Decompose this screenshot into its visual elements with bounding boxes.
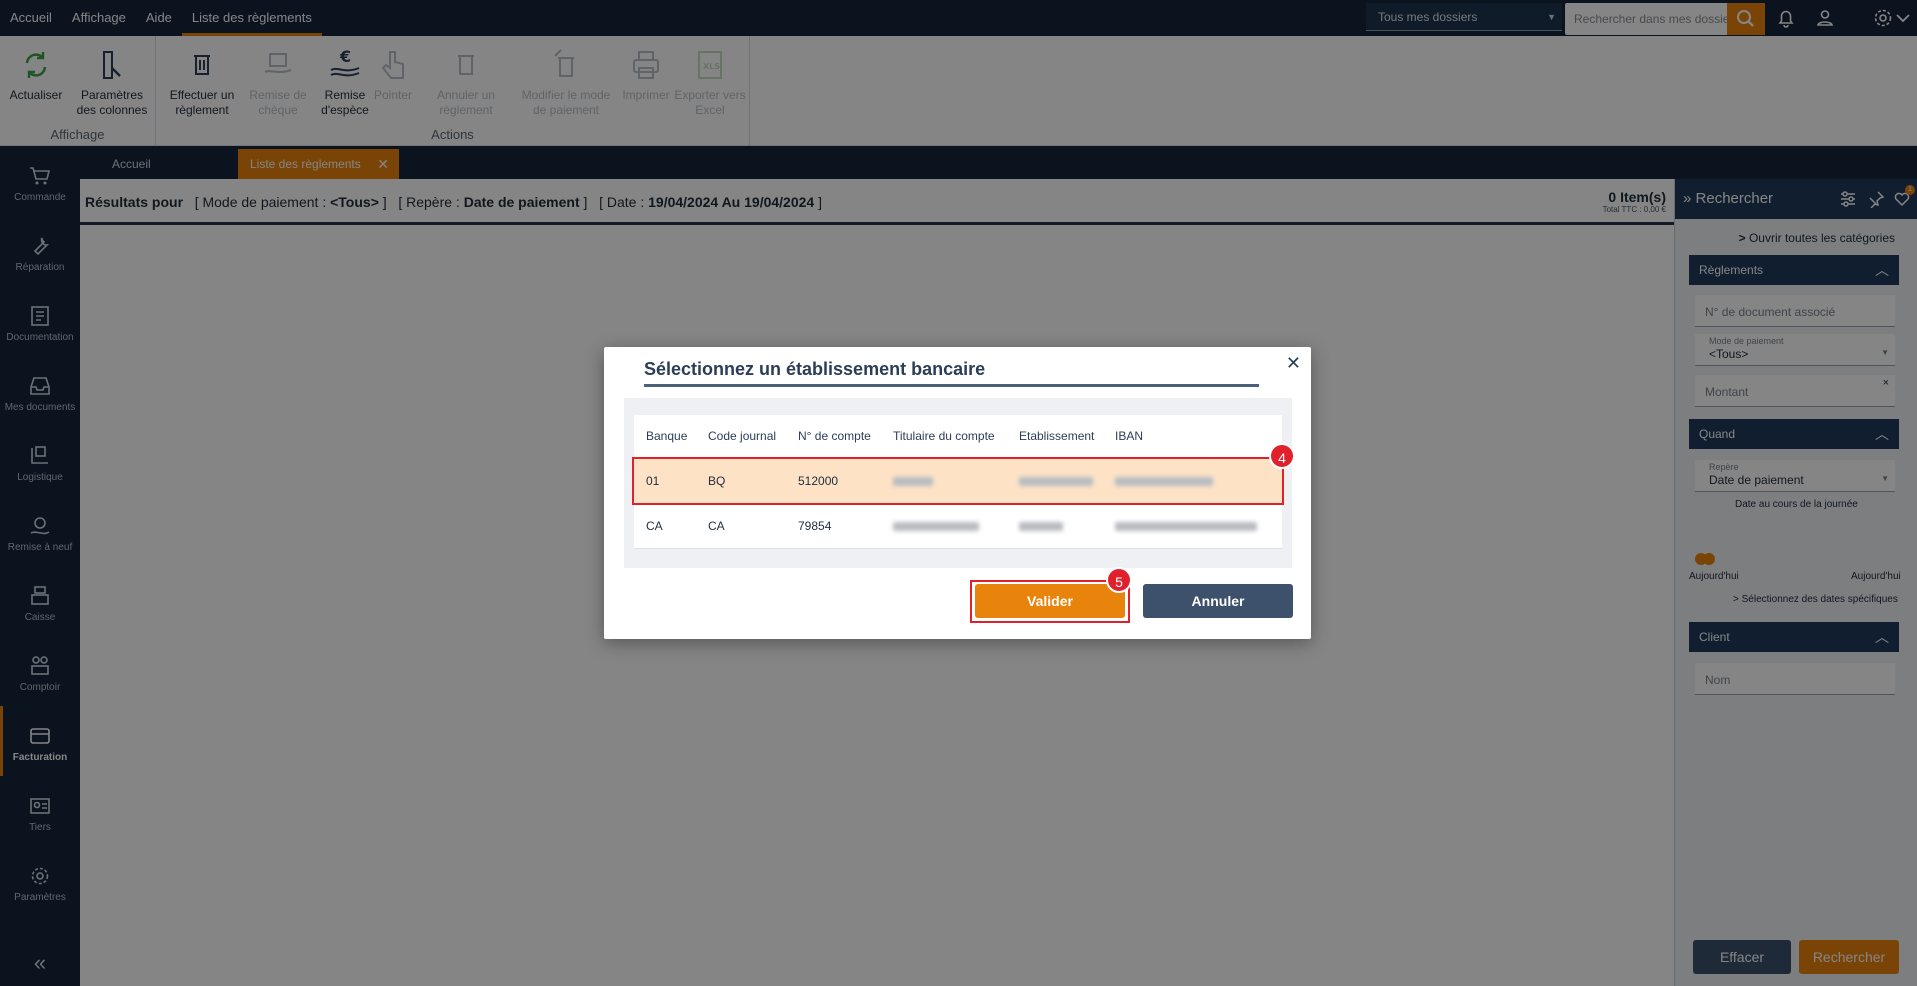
table-header-row: Banque Code journal N° de compte Titulai…	[634, 415, 1282, 459]
validate-button[interactable]: Valider	[975, 584, 1125, 618]
column-header-etablissement[interactable]: Etablissement	[1007, 415, 1103, 459]
table-row[interactable]: CA CA 79854	[634, 503, 1282, 549]
close-icon[interactable]: ✕	[1286, 353, 1301, 374]
column-header-banque[interactable]: Banque	[634, 415, 696, 459]
cell-code-journal: CA	[696, 503, 786, 549]
step-marker-5: 5	[1106, 567, 1132, 593]
cell-iban-redacted	[1103, 503, 1282, 549]
cell-banque: CA	[634, 503, 696, 549]
cell-titulaire-redacted	[881, 503, 1007, 549]
cell-compte: 79854	[786, 503, 881, 549]
column-header-code-journal[interactable]: Code journal	[696, 415, 786, 459]
cancel-button[interactable]: Annuler	[1143, 584, 1293, 618]
row-highlight-frame	[632, 457, 1284, 505]
column-header-titulaire[interactable]: Titulaire du compte	[881, 415, 1007, 459]
bank-select-dialog: Sélectionnez un établissement bancaire ✕…	[604, 347, 1311, 639]
column-header-iban[interactable]: IBAN	[1103, 415, 1282, 459]
dialog-title: Sélectionnez un établissement bancaire	[644, 359, 1259, 387]
column-header-compte[interactable]: N° de compte	[786, 415, 881, 459]
cell-etablissement-redacted	[1007, 503, 1103, 549]
step-marker-4: 4	[1269, 443, 1295, 469]
